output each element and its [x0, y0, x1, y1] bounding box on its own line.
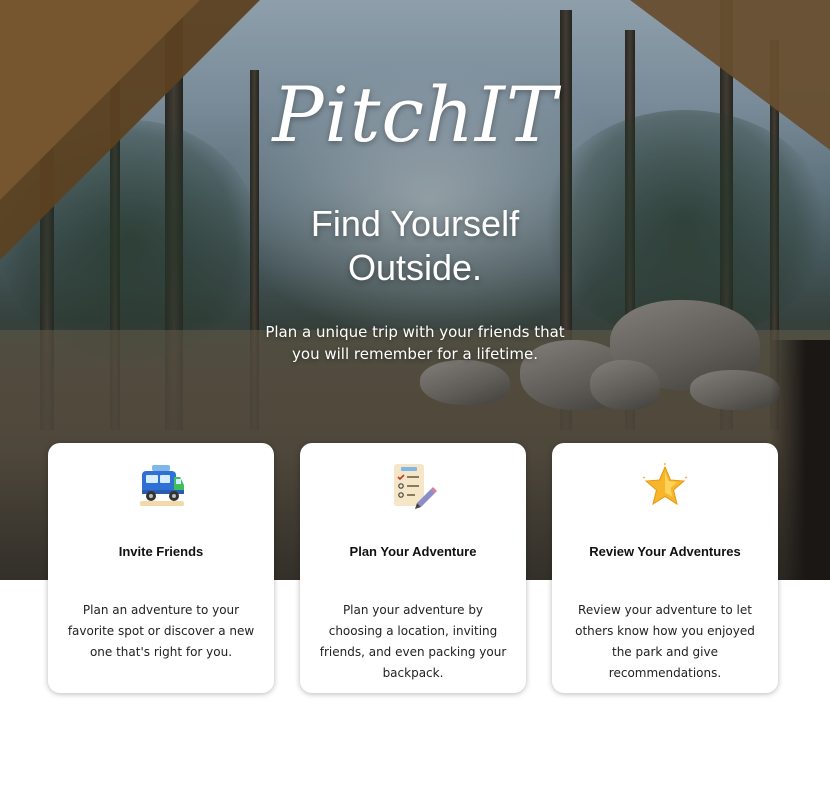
- checklist-icon: [388, 463, 438, 509]
- feature-description: Review your adventure to let others know…: [575, 603, 755, 680]
- feature-description: Plan your adventure by choosing a locati…: [319, 603, 507, 680]
- hero-headline: Find Yourself Outside.: [310, 203, 520, 288]
- feature-description: Plan an adventure to your favorite spot …: [67, 603, 255, 659]
- landing-page: PitchIT Find Yourself Outside. Plan a un…: [0, 0, 830, 794]
- feature-title: Invite Friends: [118, 544, 204, 559]
- feature-card-plan-adventure: Plan Your Adventure Plan your adventure …: [300, 443, 526, 693]
- feature-cards: Invite Friends Plan an adventure to your…: [48, 443, 782, 695]
- hero-subheading: Plan a unique trip with your friends tha…: [265, 323, 565, 363]
- feature-card-review-adventures: Review Your Adventures Review your adven…: [552, 443, 778, 693]
- site-logo: PitchIT: [272, 70, 558, 159]
- feature-title: Review Your Adventures: [589, 544, 741, 559]
- camper-van-icon: [136, 463, 186, 509]
- star-icon: [640, 463, 690, 509]
- feature-title: Plan Your Adventure: [349, 544, 477, 559]
- feature-card-invite-friends: Invite Friends Plan an adventure to your…: [48, 443, 274, 693]
